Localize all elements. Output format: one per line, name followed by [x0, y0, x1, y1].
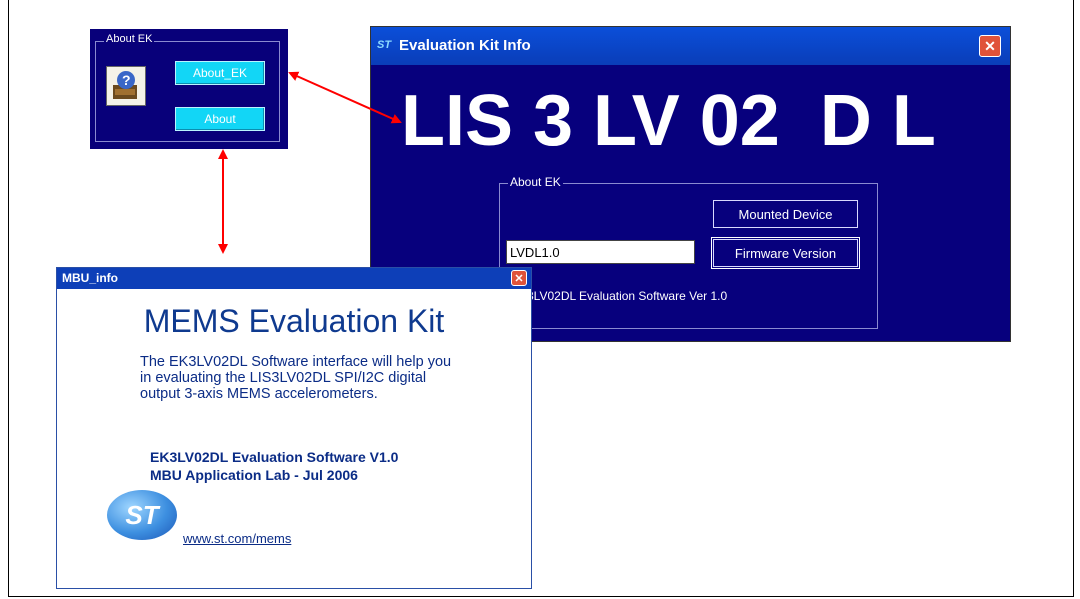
- connector-arrows: [218, 71, 402, 254]
- arrow-about-ek-to-kit-info: [288, 71, 402, 124]
